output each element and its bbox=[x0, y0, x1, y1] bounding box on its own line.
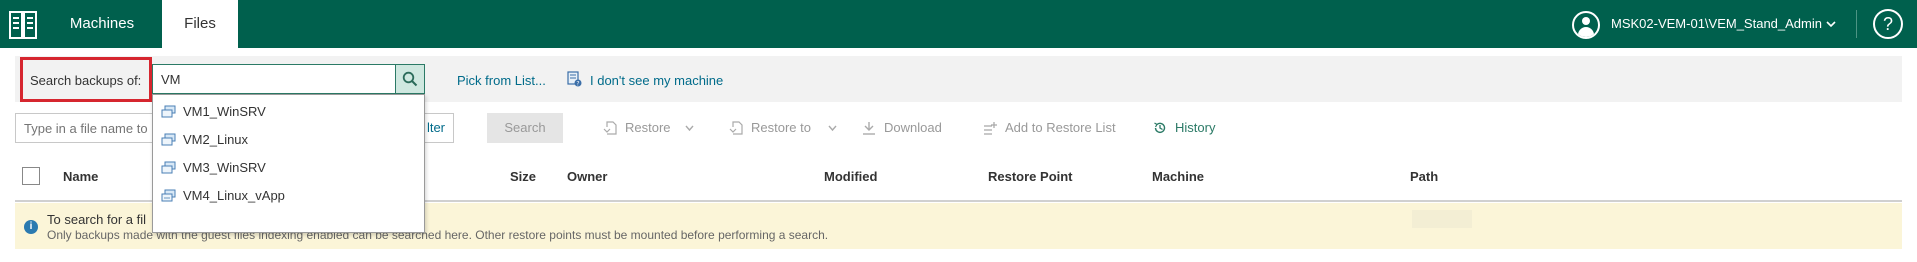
search-icon bbox=[402, 71, 418, 87]
column-header-name[interactable]: Name bbox=[63, 169, 98, 184]
tab-machines[interactable]: Machines bbox=[50, 0, 154, 48]
history-label: History bbox=[1175, 120, 1216, 135]
suggestion-item[interactable]: VM1_WinSRV bbox=[153, 97, 424, 127]
svg-text:?: ? bbox=[576, 81, 579, 88]
info-icon: i bbox=[24, 220, 38, 234]
search-suggestions-dropdown: VM1_WinSRV VM2_Linux VM3_WinSRV VM4_Linu… bbox=[152, 94, 425, 233]
chevron-down-icon bbox=[685, 125, 694, 132]
add-to-restore-list-label: Add to Restore List bbox=[1005, 120, 1116, 135]
pick-from-list-link[interactable]: Pick from List... bbox=[457, 73, 546, 88]
search-button[interactable] bbox=[395, 64, 425, 94]
add-list-icon bbox=[984, 122, 997, 135]
vapp-icon bbox=[161, 189, 176, 202]
info-placeholder-block bbox=[1412, 210, 1472, 228]
restore-button[interactable]: Restore bbox=[603, 113, 695, 143]
user-avatar-icon[interactable] bbox=[1572, 11, 1600, 39]
column-header-restore-point[interactable]: Restore Point bbox=[988, 169, 1073, 184]
restore-to-button[interactable]: Restore to bbox=[729, 113, 839, 143]
column-header-machine[interactable]: Machine bbox=[1152, 169, 1204, 184]
header-divider bbox=[1856, 10, 1857, 38]
column-header-path[interactable]: Path bbox=[1410, 169, 1438, 184]
top-nav-bar: Machines Files MSK02-VEM-01\VEM_Stand_Ad… bbox=[0, 0, 1917, 48]
restore-icon bbox=[603, 121, 617, 135]
suggestion-label: VM4_Linux_vApp bbox=[183, 188, 285, 203]
restore-to-icon bbox=[729, 121, 743, 135]
history-icon bbox=[1154, 122, 1166, 134]
suggestion-item[interactable]: VM4_Linux_vApp bbox=[153, 181, 424, 211]
tab-files[interactable]: Files bbox=[162, 0, 238, 48]
user-menu[interactable]: MSK02-VEM-01\VEM_Stand_Admin bbox=[1611, 0, 1822, 48]
vm-icon bbox=[161, 105, 176, 118]
veeam-logo-icon[interactable] bbox=[8, 10, 38, 40]
restore-to-label: Restore to bbox=[751, 120, 811, 135]
add-to-restore-list-button[interactable]: Add to Restore List bbox=[983, 113, 1123, 143]
column-header-modified[interactable]: Modified bbox=[824, 169, 877, 184]
download-icon bbox=[863, 122, 875, 135]
suggestion-item[interactable]: VM3_WinSRV bbox=[153, 153, 424, 183]
suggestion-item[interactable]: VM2_Linux bbox=[153, 125, 424, 155]
restore-label: Restore bbox=[625, 120, 671, 135]
suggestion-label: VM3_WinSRV bbox=[183, 160, 266, 175]
file-name-input[interactable] bbox=[15, 113, 165, 143]
info-message-title: To search for a fil bbox=[47, 212, 146, 227]
vm-icon bbox=[161, 161, 176, 174]
machine-help-icon[interactable]: ? bbox=[566, 71, 582, 87]
vm-icon bbox=[161, 133, 176, 146]
chevron-down-icon[interactable] bbox=[1826, 19, 1836, 29]
suggestion-label: VM1_WinSRV bbox=[183, 104, 266, 119]
download-label: Download bbox=[884, 120, 942, 135]
column-header-owner[interactable]: Owner bbox=[567, 169, 607, 184]
history-button[interactable]: History bbox=[1153, 113, 1223, 143]
select-all-checkbox[interactable] bbox=[22, 167, 40, 185]
search-backups-label: Search backups of: bbox=[30, 73, 142, 88]
search-backups-input[interactable] bbox=[152, 64, 395, 94]
dont-see-machine-link[interactable]: I don't see my machine bbox=[590, 73, 723, 88]
help-button[interactable]: ? bbox=[1873, 9, 1903, 39]
chevron-down-icon bbox=[828, 125, 837, 132]
column-header-size[interactable]: Size bbox=[510, 169, 536, 184]
search-files-button[interactable]: Search bbox=[487, 113, 563, 143]
suggestion-label: VM2_Linux bbox=[183, 132, 249, 147]
download-button[interactable]: Download bbox=[862, 113, 952, 143]
